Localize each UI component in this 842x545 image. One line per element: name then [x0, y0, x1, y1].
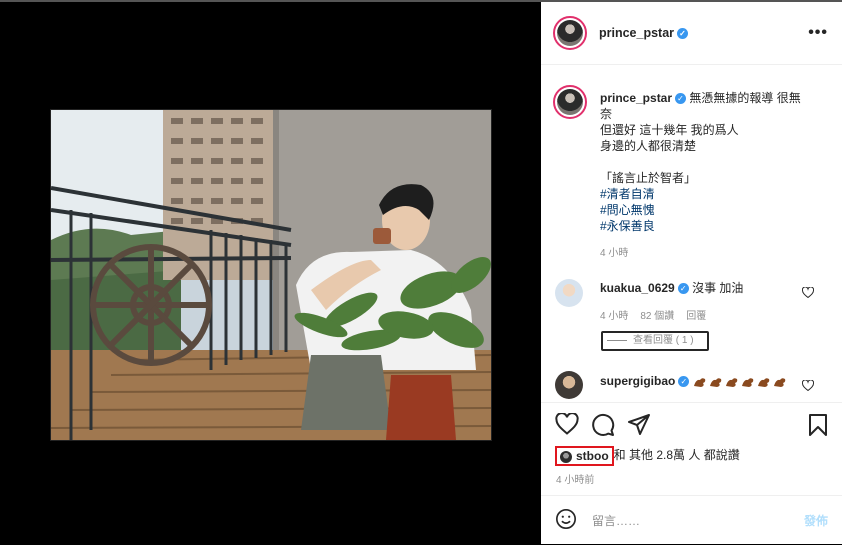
reply-button[interactable]: 回覆: [686, 311, 706, 322]
add-comment-bar: 留言…… 發佈: [541, 495, 842, 545]
liker-username[interactable]: stboo: [576, 449, 609, 463]
caption-line: 奈: [600, 107, 613, 121]
comment-text: supergigibao ✓: [600, 373, 810, 389]
like-comment-heart-icon[interactable]: [801, 286, 815, 301]
muscle-emoji-icon: [773, 376, 787, 388]
muscle-emoji-icon: [741, 376, 755, 388]
likes-summary: stboo 和 其他 2.8萬 人 都說讚: [555, 446, 740, 466]
post-comment-button[interactable]: 發佈: [804, 512, 828, 529]
like-heart-icon[interactable]: [555, 412, 579, 438]
emoji-smiley-icon[interactable]: [555, 508, 577, 533]
caption-line: 身邊的人都很清楚: [600, 139, 697, 153]
comment-meta: 4 小時 82 個讚 回覆: [600, 307, 718, 322]
commenter-avatar[interactable]: [555, 371, 583, 399]
muscle-emoji-row: [693, 374, 789, 388]
caption-line: 但還好 這十幾年 我的爲人: [600, 123, 739, 137]
liker-avatar: [560, 450, 572, 463]
caption-username[interactable]: prince_pstar: [600, 91, 672, 105]
hashtag-link[interactable]: #問心無愧: [600, 202, 825, 218]
commenter-avatar[interactable]: [555, 279, 583, 307]
post-photo[interactable]: [50, 109, 492, 441]
post-header: prince_pstar ✓ •••: [541, 2, 842, 65]
author-username-text[interactable]: prince_pstar: [599, 26, 674, 40]
verified-badge-icon: ✓: [677, 28, 689, 40]
muscle-emoji-icon: [709, 376, 723, 388]
post-details-panel: prince_pstar ✓ ••• prince_pstar ✓ 無憑無據的報導 …: [541, 2, 842, 544]
highlighted-liker[interactable]: stboo: [555, 446, 614, 466]
verified-badge-icon: ✓: [677, 283, 689, 295]
like-comment-heart-icon[interactable]: [801, 379, 815, 394]
muscle-emoji-icon: [725, 376, 739, 388]
post-time[interactable]: 4 小時前: [556, 471, 594, 486]
hashtag-link[interactable]: #永保善良: [600, 218, 825, 234]
caption-line: 「謠言止於智者」: [600, 171, 697, 185]
more-options-icon[interactable]: •••: [808, 24, 828, 42]
comment-likes[interactable]: 82 個讚: [640, 311, 674, 322]
comment-time[interactable]: 4 小時: [600, 311, 628, 322]
post-actions: [541, 402, 842, 443]
verified-badge-icon: ✓: [678, 376, 690, 388]
share-paper-plane-icon[interactable]: [627, 413, 651, 440]
caption-avatar[interactable]: [553, 85, 587, 119]
caption-time[interactable]: 4 小時: [600, 244, 628, 259]
author-avatar[interactable]: [553, 16, 587, 50]
media-viewer: [0, 2, 540, 544]
caption: prince_pstar ✓ 無憑無據的報導 很無 奈 但還好 這十幾年 我的爲人…: [600, 90, 825, 234]
comments-scroll[interactable]: prince_pstar ✓ 無憑無據的報導 很無 奈 但還好 這十幾年 我的爲人…: [541, 65, 842, 401]
caption-line: 無憑無據的報導 很無: [689, 91, 801, 105]
author-username[interactable]: prince_pstar ✓: [599, 26, 689, 40]
muscle-emoji-icon: [757, 376, 771, 388]
view-replies-label: 查看回覆 ( 1 ): [633, 335, 694, 346]
comment-bubble-icon[interactable]: [591, 413, 615, 440]
save-bookmark-icon[interactable]: [808, 413, 828, 440]
hashtag-link[interactable]: #清者自清: [600, 186, 825, 202]
comment-text: kuakua_0629 ✓ 沒事 加油: [600, 280, 800, 296]
commenter-username[interactable]: supergigibao: [600, 374, 675, 388]
replies-dash: [607, 339, 627, 341]
commenter-username[interactable]: kuakua_0629: [600, 281, 675, 295]
view-replies-button[interactable]: 查看回覆 ( 1 ): [601, 331, 709, 351]
likes-count-text[interactable]: 和 其他 2.8萬 人 都說讚: [614, 448, 740, 462]
comment-input[interactable]: 留言……: [592, 512, 640, 529]
comment-body: 沒事 加油: [692, 281, 744, 295]
verified-badge-icon: ✓: [675, 93, 687, 105]
muscle-emoji-icon: [693, 376, 707, 388]
